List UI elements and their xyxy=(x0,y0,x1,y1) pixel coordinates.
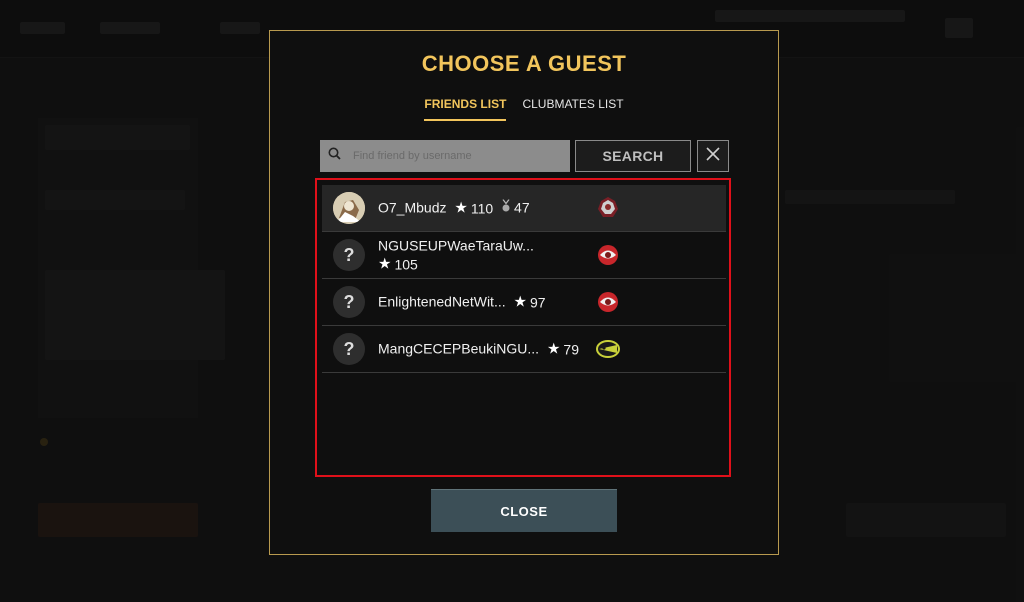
friend-username: MangCECEPBeukiNGU... xyxy=(378,340,540,357)
search-row: SEARCH xyxy=(320,140,730,172)
search-box xyxy=(320,140,570,172)
search-input[interactable] xyxy=(353,150,553,162)
search-button[interactable]: SEARCH xyxy=(575,140,691,172)
clear-search-button[interactable] xyxy=(697,140,729,172)
close-icon xyxy=(706,146,720,166)
star-count: 110 xyxy=(470,200,494,217)
friends-list-frame: O7_Mbudz ★ 110 47 ? NGUSEUPWaeTaraUw... ★… xyxy=(315,178,731,477)
star-count: 105 xyxy=(394,256,418,273)
friends-list: O7_Mbudz ★ 110 47 ? NGUSEUPWaeTaraUw... ★… xyxy=(322,185,726,373)
friend-username: NGUSEUPWaeTaraUw... xyxy=(378,237,534,254)
friend-info: EnlightenedNetWit... ★ 97 xyxy=(378,293,546,312)
avatar-placeholder: ? xyxy=(333,333,365,365)
star-count: 97 xyxy=(529,294,546,311)
star-icon: ★ xyxy=(513,293,527,311)
medal-icon xyxy=(501,199,511,217)
dialog-title: CHOOSE A GUEST xyxy=(421,51,627,76)
avatar-placeholder: ? xyxy=(333,286,365,318)
friend-info: NGUSEUPWaeTaraUw... ★ 105 xyxy=(378,237,534,274)
star-icon: ★ xyxy=(454,199,468,217)
list-tabs: FRIENDS LIST CLUBMATES LIST xyxy=(270,97,778,121)
friend-row[interactable]: ? NGUSEUPWaeTaraUw... ★ 105 xyxy=(322,232,726,279)
club-badge-icon xyxy=(595,242,621,268)
avatar-placeholder: ? xyxy=(333,239,365,271)
friend-info: MangCECEPBeukiNGU... ★ 79 xyxy=(378,340,579,359)
search-icon xyxy=(328,147,341,165)
tab-friends-list[interactable]: FRIENDS LIST xyxy=(424,97,507,121)
star-stat: ★ 105 xyxy=(378,256,418,274)
star-stat: ★ 110 xyxy=(454,200,493,218)
club-badge-icon xyxy=(595,289,621,315)
medal-stat: 47 xyxy=(501,199,530,217)
friend-row[interactable]: O7_Mbudz ★ 110 47 xyxy=(322,185,726,232)
star-stat: ★ 97 xyxy=(514,294,546,312)
star-icon: ★ xyxy=(378,255,392,273)
club-badge-icon xyxy=(595,336,621,362)
choose-guest-dialog: CHOOSE A GUEST FRIENDS LIST CLUBMATES LI… xyxy=(269,30,779,555)
tab-clubmates-list[interactable]: CLUBMATES LIST xyxy=(522,97,623,121)
friend-info: O7_Mbudz ★ 110 47 xyxy=(378,199,530,218)
close-button[interactable]: CLOSE xyxy=(431,489,617,532)
friend-row[interactable]: ? EnlightenedNetWit... ★ 97 xyxy=(322,279,726,326)
star-stat: ★ 79 xyxy=(547,341,579,359)
star-count: 79 xyxy=(563,341,579,358)
avatar xyxy=(333,192,365,224)
friend-row[interactable]: ? MangCECEPBeukiNGU... ★ 79 xyxy=(322,326,726,373)
medal-count: 47 xyxy=(514,199,530,216)
club-badge-icon xyxy=(595,195,621,221)
friend-username: O7_Mbudz xyxy=(378,199,447,216)
star-icon: ★ xyxy=(546,340,561,358)
friend-username: EnlightenedNetWit... xyxy=(378,293,506,310)
